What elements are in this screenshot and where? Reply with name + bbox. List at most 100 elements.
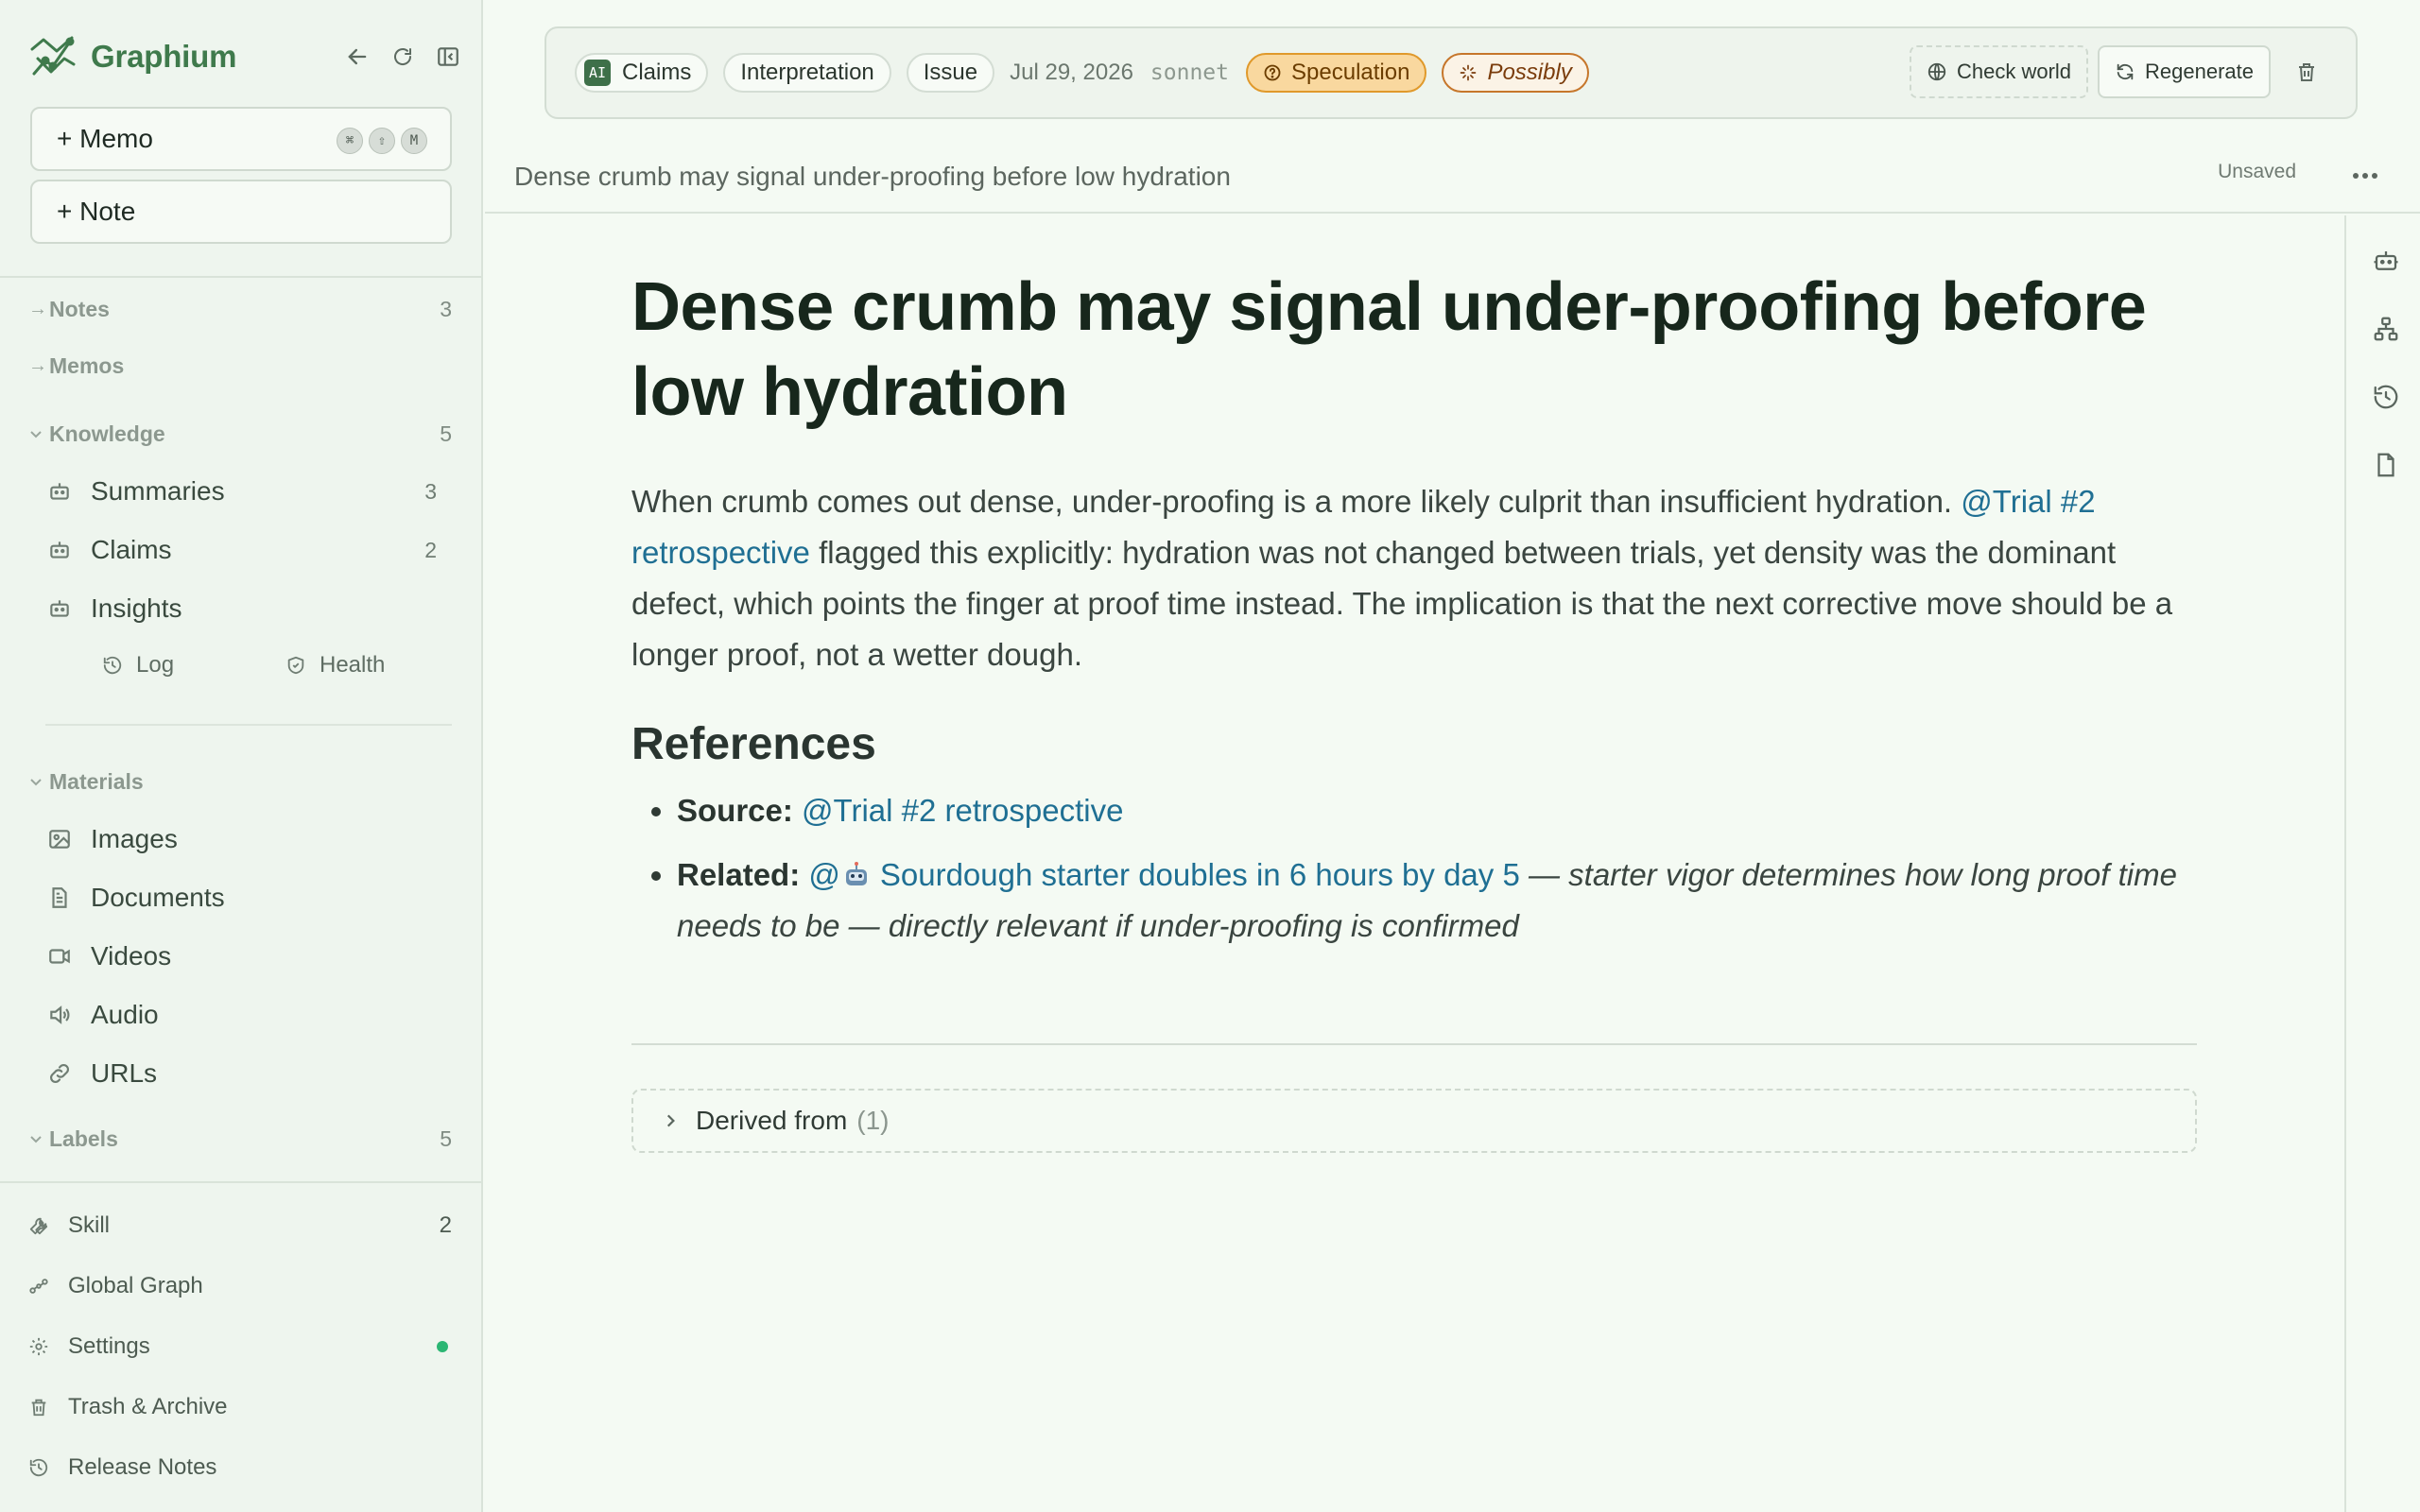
chip-claims[interactable]: AI Claims	[575, 53, 709, 93]
chevron-down-icon	[28, 1131, 49, 1146]
sidebar-item-skill[interactable]: Skill 2	[28, 1203, 452, 1248]
knowledge-divider	[45, 724, 452, 726]
sidebar-item-images[interactable]: Images	[45, 815, 442, 864]
chevron-right-icon	[662, 1110, 683, 1131]
source-link[interactable]: @Trial #2 retrospective	[802, 793, 1123, 828]
chip-issue-label: Issue	[923, 60, 978, 85]
section-knowledge[interactable]: Knowledge 5	[28, 415, 452, 453]
videos-label: Videos	[91, 941, 172, 971]
sidebar-item-claims[interactable]: Claims 2	[45, 525, 442, 575]
note-body-paragraph[interactable]: When crumb comes out dense, under-proofi…	[631, 476, 2197, 680]
regenerate-label: Regenerate	[2145, 60, 2254, 83]
more-options-icon[interactable]	[2346, 161, 2384, 191]
section-materials[interactable]: Materials	[28, 763, 452, 800]
section-memos-label: Memos	[49, 352, 125, 378]
video-icon	[45, 942, 74, 971]
robot-icon	[45, 536, 74, 564]
memo-shortcut: ⌘ ⇧ M	[337, 128, 427, 154]
file-icon[interactable]	[2367, 446, 2405, 484]
chip-interpretation-label: Interpretation	[740, 60, 874, 85]
sparkle-icon	[1459, 62, 1479, 83]
history-icon[interactable]	[2367, 378, 2405, 416]
back-arrow-icon[interactable]	[335, 40, 380, 74]
new-note-label: + Note	[57, 197, 136, 226]
section-knowledge-count: 5	[440, 421, 452, 446]
paragraph-text-after: flagged this explicitly: hydration was n…	[631, 535, 2173, 672]
references-list: Source: @Trial #2 retrospective Related:…	[631, 785, 2197, 952]
sidebar-item-summaries[interactable]: Summaries 3	[45, 467, 442, 516]
note-document: Dense crumb may signal under-proofing be…	[631, 265, 2197, 965]
health-link[interactable]: Health	[285, 652, 385, 679]
release-notes-label: Release Notes	[68, 1454, 217, 1480]
sidebar-item-release-notes[interactable]: Release Notes	[28, 1445, 452, 1490]
references-heading: References	[631, 719, 876, 769]
global-graph-label: Global Graph	[68, 1273, 203, 1298]
chip-issue[interactable]: Issue	[906, 53, 995, 93]
derived-from-count: (1)	[856, 1106, 890, 1135]
speculation-badge[interactable]: Speculation	[1246, 53, 1427, 93]
shield-icon	[285, 653, 310, 678]
robot-emoji-icon	[842, 861, 871, 889]
robot-icon	[45, 594, 74, 623]
new-note-button[interactable]: + Note	[30, 180, 452, 244]
new-memo-label: + Memo	[57, 124, 153, 153]
related-label: Related:	[677, 857, 801, 892]
related-link[interactable]: Sourdough starter doubles in 6 hours by …	[880, 857, 1520, 892]
note-header-bar: Dense crumb may signal under-proofing be…	[485, 142, 2420, 214]
section-labels[interactable]: Labels 5	[28, 1120, 452, 1158]
section-memos[interactable]: → Memos	[28, 347, 452, 385]
breadcrumb-title: Dense crumb may signal under-proofing be…	[514, 162, 1231, 191]
trash-archive-label: Trash & Archive	[68, 1394, 228, 1419]
app-name: Graphium	[91, 39, 237, 74]
delete-button[interactable]	[2280, 45, 2333, 98]
sidebar-item-global-graph[interactable]: Global Graph	[28, 1263, 452, 1309]
model-name: sonnet	[1150, 60, 1230, 85]
sidebar-item-urls[interactable]: URLs	[45, 1049, 442, 1098]
ai-badge: AI	[584, 60, 611, 86]
m-key: M	[401, 128, 427, 154]
chevron-right-icon: →	[28, 354, 47, 376]
brand[interactable]: Graphium	[28, 32, 236, 81]
sidebar-item-settings[interactable]: Settings	[28, 1324, 452, 1369]
image-icon	[45, 825, 74, 853]
trash-icon	[2295, 60, 2318, 83]
summaries-count: 3	[424, 478, 437, 504]
section-notes[interactable]: → Notes 3	[28, 290, 452, 328]
urls-label: URLs	[91, 1058, 158, 1088]
chip-interpretation[interactable]: Interpretation	[723, 53, 891, 93]
section-notes-label: Notes	[49, 296, 110, 321]
insights-label: Insights	[91, 593, 182, 623]
history-icon	[28, 1455, 53, 1480]
robot-icon[interactable]	[2367, 242, 2405, 280]
audio-label: Audio	[91, 1000, 159, 1029]
sidebar-item-documents[interactable]: Documents	[45, 873, 442, 922]
derived-from-label: Derived from	[696, 1106, 848, 1135]
document-icon	[45, 884, 74, 912]
new-memo-button[interactable]: + Memo ⌘ ⇧ M	[30, 107, 452, 171]
chevron-down-icon	[28, 774, 49, 789]
chevron-right-icon: →	[28, 298, 47, 319]
chevron-down-icon	[28, 426, 49, 441]
note-toolbar: AI Claims Interpretation Issue Jul 29, 2…	[544, 26, 2358, 119]
sidebar-item-insights[interactable]: Insights	[45, 584, 442, 633]
source-label: Source:	[677, 793, 793, 828]
note-title[interactable]: Dense crumb may signal under-proofing be…	[631, 265, 2197, 435]
refresh-icon[interactable]	[380, 40, 425, 74]
skill-label: Skill	[68, 1212, 111, 1238]
section-labels-label: Labels	[49, 1125, 118, 1151]
regenerate-button[interactable]: Regenerate	[2098, 45, 2271, 98]
sidebar-item-audio[interactable]: Audio	[45, 990, 442, 1040]
document-divider	[631, 1043, 2197, 1045]
collapse-sidebar-icon[interactable]	[425, 40, 471, 74]
trash-icon	[28, 1395, 53, 1419]
sidebar-item-trash-archive[interactable]: Trash & Archive	[28, 1384, 452, 1430]
check-world-button[interactable]: Check world	[1909, 45, 2089, 98]
derived-from-toggle[interactable]: Derived from (1)	[631, 1089, 2197, 1153]
log-link[interactable]: Log	[102, 652, 174, 679]
wrench-icon	[28, 1213, 53, 1238]
sidebar-item-videos[interactable]: Videos	[45, 932, 442, 981]
sitemap-icon[interactable]	[2367, 310, 2405, 348]
possibly-badge[interactable]: Possibly	[1442, 53, 1589, 93]
section-notes-count: 3	[440, 296, 452, 321]
toolbar-actions: Check world Regenerate	[1909, 45, 2333, 98]
